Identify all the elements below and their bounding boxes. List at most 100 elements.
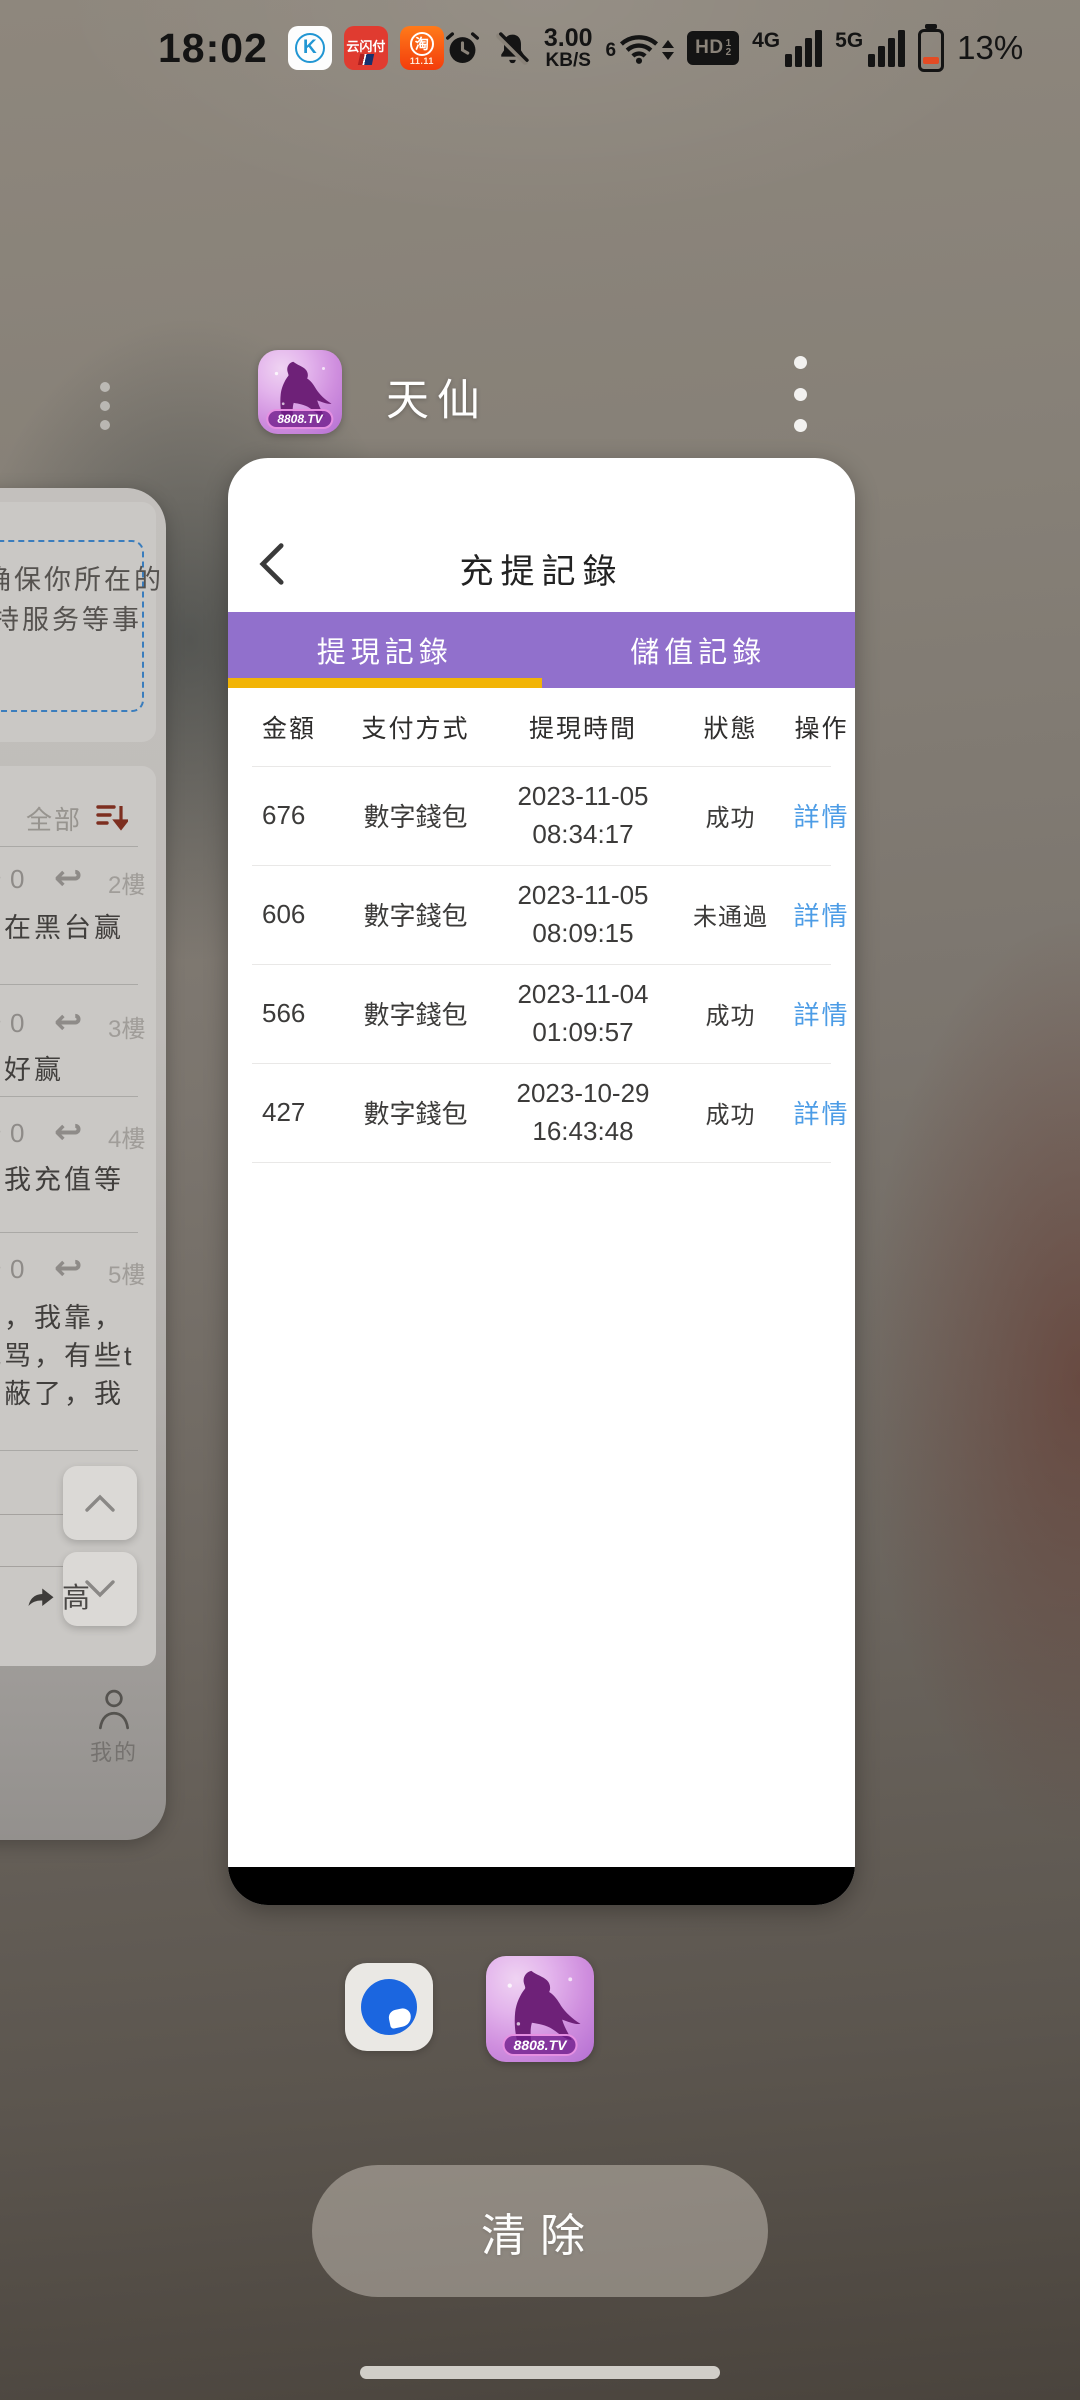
battery-icon [918, 24, 944, 72]
nav-mine-label: 我的 [84, 1735, 144, 1767]
current-app-header: 8808.TV 天仙 [0, 344, 1080, 440]
notification-icon-k: K [288, 26, 332, 70]
cell-action: 詳情 [788, 896, 855, 933]
cell-status: 成功 [673, 798, 788, 833]
reply-icon[interactable]: ↩ [54, 858, 83, 898]
status-bar-right: 3.00 KB/S 6 HD 1 2 [444, 24, 1023, 72]
sort-icon[interactable] [96, 802, 128, 832]
floor-label: 4樓 [108, 1119, 145, 1154]
floor-label: 2樓 [108, 865, 145, 900]
separator [0, 1232, 138, 1233]
sim1-type-label: 4G [752, 29, 780, 53]
taobao-1111-label: 11.11 [410, 56, 434, 66]
notification-icon-taobao: 淘 11.11 [400, 26, 444, 70]
clear-all-label: 清除 [481, 2199, 599, 2264]
notice-text-line2: 持服务等事 [0, 598, 142, 637]
cell-status: 未通過 [673, 897, 788, 932]
input-line [0, 1514, 64, 1515]
scroll-up-button[interactable] [63, 1466, 137, 1540]
chevron-up-icon [83, 1493, 117, 1513]
col-header-amount: 金額 [228, 709, 338, 745]
like-count: 0 [10, 1118, 24, 1149]
volte-hd-icon: HD 1 2 [687, 31, 739, 65]
reply-icon[interactable]: ↩ [54, 1112, 83, 1152]
current-app-card[interactable]: 充提記錄 提現記錄 儲值記錄 金額 支付方式 提現時間 狀態 操作 676 數字… [228, 458, 855, 1905]
status-bar-left: 18:02 K 云闪付 淘 11.11 [158, 25, 444, 72]
nav-mine[interactable]: 我的 [84, 1688, 144, 1767]
app-icon-tianxian[interactable]: 8808.TV [258, 350, 342, 434]
cell-action: 詳情 [788, 1094, 855, 1131]
dock-icon-tianxian[interactable]: 8808.TV [486, 1956, 594, 2062]
sim1-signal: 4G [752, 30, 822, 67]
reply-icon[interactable]: ↩ [54, 1002, 83, 1042]
like-count: 0 [10, 864, 24, 895]
network-speed-unit: KB/S [544, 51, 593, 70]
table-row: 566 數字錢包 2023-11-0401:09:57 成功 詳情 [228, 965, 855, 1063]
current-app-name: 天仙 [386, 366, 488, 428]
comment-meta-row: 0 ↩ 5樓 [0, 1252, 156, 1292]
thumbs-up-icon[interactable] [0, 1118, 4, 1148]
comment-filter-row: 全部 [0, 794, 156, 842]
details-link[interactable]: 詳情 [793, 1099, 849, 1129]
hd-sim2: 2 [726, 48, 732, 57]
clock: 18:02 [158, 25, 268, 72]
input-line [0, 1566, 64, 1567]
cell-amount: 676 [228, 800, 338, 831]
app-icon-badge: 8808.TV [266, 409, 333, 429]
filter-all-button[interactable]: 全部 [26, 800, 82, 837]
cell-amount: 427 [228, 1097, 338, 1128]
like-count: 0 [10, 1008, 24, 1039]
details-link[interactable]: 詳情 [793, 901, 849, 931]
cell-time: 2023-10-2916:43:48 [493, 1074, 673, 1150]
wifi-indicator: 6 [606, 32, 675, 64]
taobao-letter: 淘 [410, 32, 434, 56]
table-row: 676 數字錢包 2023-11-0508:34:17 成功 詳情 [228, 767, 855, 865]
unionpay-label: 云闪付 [346, 36, 385, 55]
unionpay-flag-icon [358, 54, 374, 65]
sim2-type-label: 5G [835, 29, 863, 53]
current-card-menu-dots[interactable] [780, 356, 820, 432]
col-header-method: 支付方式 [338, 709, 493, 745]
thumbs-up-icon[interactable] [0, 1008, 4, 1038]
clear-all-button[interactable]: 清除 [312, 2165, 768, 2297]
floor-label: 3樓 [108, 1009, 145, 1044]
cell-time: 2023-11-0508:34:17 [493, 777, 673, 853]
thumbs-up-icon[interactable] [0, 864, 4, 894]
tab-withdraw-records[interactable]: 提現記錄 [228, 612, 542, 688]
details-link[interactable]: 詳情 [793, 802, 849, 832]
sim2-signal: 5G [835, 30, 905, 67]
reply-icon[interactable]: ↩ [54, 1248, 83, 1288]
app-titlebar: 充提記錄 [228, 458, 855, 612]
comment-meta-row: 0 ↩ 4樓 [0, 1116, 156, 1156]
comment-meta-row: 0 ↩ 3樓 [0, 1006, 156, 1046]
cell-method: 數字錢包 [338, 896, 493, 933]
thumbs-up-icon[interactable] [0, 1254, 4, 1284]
battery-percent: 13% [957, 29, 1023, 67]
tab-deposit-records[interactable]: 儲值記錄 [542, 612, 856, 688]
comment-text: ，在黑台赢 [0, 906, 124, 945]
cell-method: 數字錢包 [338, 797, 493, 834]
home-indicator[interactable] [360, 2366, 720, 2379]
comment-text: 让我充值等 [0, 1158, 124, 1197]
share-label: 高 [62, 1576, 90, 1616]
table-row: 606 數字錢包 2023-11-0508:09:15 未通過 詳情 [228, 866, 855, 964]
dock-icon-quark[interactable] [345, 1963, 433, 2051]
app-icon-badge: 8808.TV [503, 2034, 578, 2056]
cell-method: 數字錢包 [338, 1094, 493, 1131]
floor-label: 5樓 [108, 1255, 145, 1290]
mute-bell-icon [494, 30, 531, 67]
status-bar: 18:02 K 云闪付 淘 11.11 [0, 20, 1080, 76]
signal-bars-icon [868, 30, 905, 67]
cell-status: 成功 [673, 1095, 788, 1130]
col-header-action: 操作 [788, 709, 855, 745]
details-link[interactable]: 詳情 [793, 1000, 849, 1030]
share-button[interactable]: 高 [26, 1576, 90, 1616]
cell-method: 數字錢包 [338, 995, 493, 1032]
cell-amount: 566 [228, 998, 338, 1029]
comment-meta-row: 0 ↩ 2樓 [0, 862, 156, 902]
notice-panel: 确保你所在的 持服务等事 [0, 502, 156, 742]
notification-icon-unionpay: 云闪付 [344, 26, 388, 70]
separator [0, 1450, 138, 1451]
col-header-time: 提現時間 [493, 709, 673, 745]
previous-app-card[interactable]: 确保你所在的 持服务等事 全部 0 ↩ 2樓 ，在黑台赢 [0, 488, 166, 1840]
